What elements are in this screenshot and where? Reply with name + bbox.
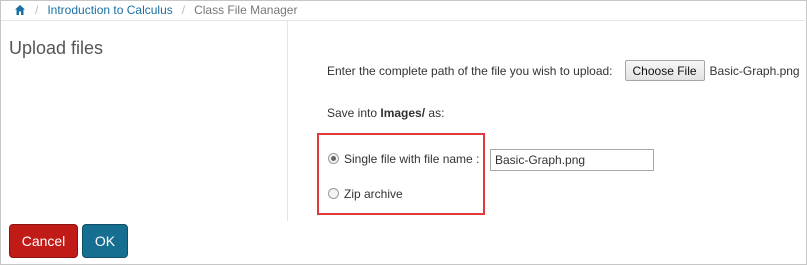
- highlight-box: [317, 133, 485, 215]
- upload-row: Enter the complete path of the file you …: [327, 60, 800, 81]
- ok-button[interactable]: OK: [82, 224, 128, 258]
- panel-divider: [287, 21, 288, 221]
- home-icon[interactable]: [14, 4, 26, 16]
- save-into-label: Save into Images/ as:: [327, 106, 444, 120]
- breadcrumb-separator: /: [181, 3, 186, 17]
- chosen-file-name: Basic-Graph.png: [709, 63, 800, 78]
- breadcrumb-course-link[interactable]: Introduction to Calculus: [47, 3, 172, 17]
- cancel-button[interactable]: Cancel: [9, 224, 78, 258]
- save-prefix: Save into: [327, 106, 381, 120]
- zip-archive-label[interactable]: Zip archive: [344, 187, 403, 201]
- breadcrumb: / Introduction to Calculus / Class File …: [14, 1, 297, 19]
- single-file-radio[interactable]: [328, 153, 339, 164]
- save-folder: Images/: [380, 106, 426, 120]
- save-suffix: as:: [425, 106, 445, 120]
- breadcrumb-current: Class File Manager: [194, 3, 298, 17]
- choose-file-button[interactable]: Choose File: [624, 60, 705, 81]
- zip-archive-radio[interactable]: [328, 188, 339, 199]
- breadcrumb-separator: /: [35, 3, 39, 17]
- file-name-input[interactable]: [490, 149, 654, 171]
- upload-prompt: Enter the complete path of the file you …: [327, 63, 613, 78]
- sidebar-title: Upload files: [9, 38, 104, 58]
- single-file-label[interactable]: Single file with file name :: [344, 152, 479, 166]
- header-divider: [1, 20, 805, 21]
